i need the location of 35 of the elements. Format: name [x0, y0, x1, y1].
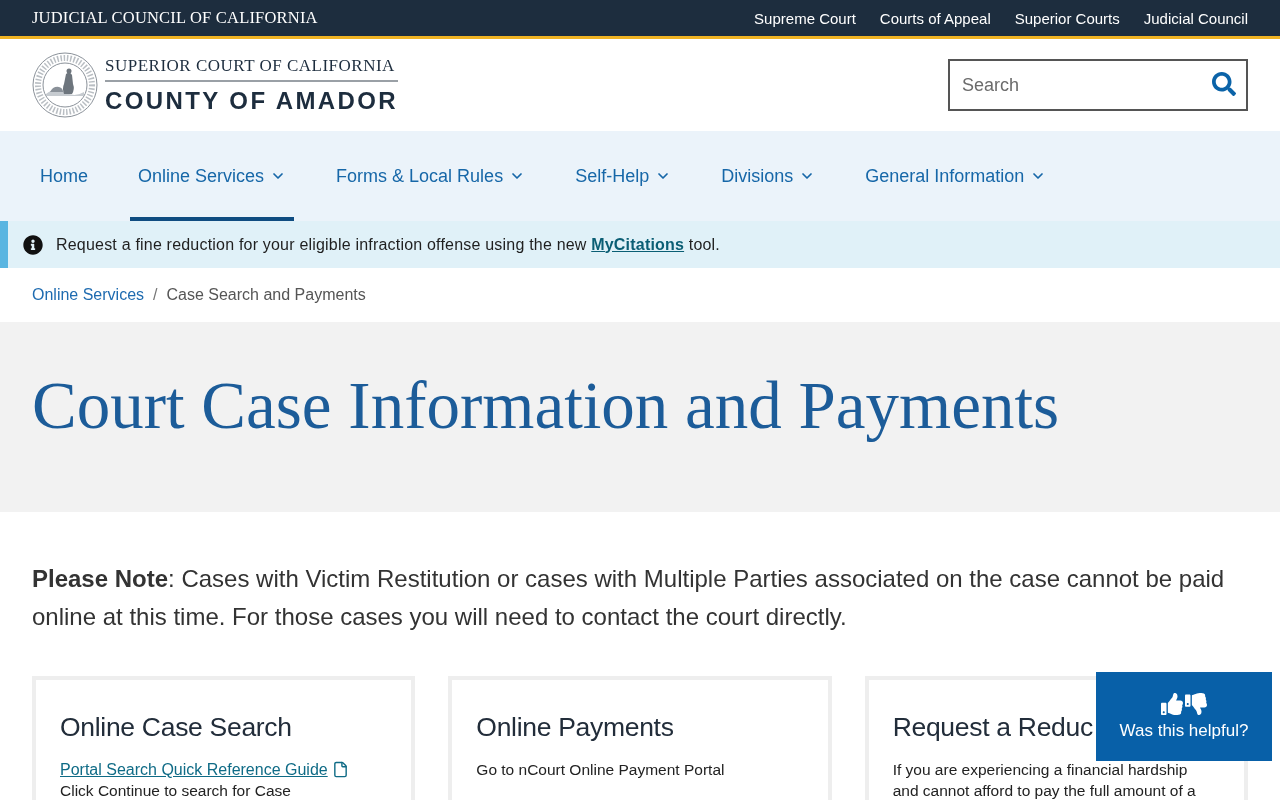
document-icon: [331, 761, 349, 778]
council-title: JUDICIAL COUNCIL OF CALIFORNIA: [32, 8, 318, 28]
top-link[interactable]: Judicial Council: [1143, 9, 1248, 27]
nav-item[interactable]: General Information: [857, 131, 1055, 221]
thumbs-up-icon: [1161, 692, 1183, 715]
guide-link[interactable]: Portal Search Quick Reference Guide: [60, 759, 349, 780]
card-text: Click Continue to search for Case: [60, 781, 291, 800]
breadcrumb-current: Case Search and Payments: [166, 286, 366, 304]
top-link[interactable]: Superior Courts: [1014, 9, 1120, 27]
note-paragraph: Please Note: Cases with Victim Restitution or cases with Multiple Parties associated on the case cannot be paid online at this time. For those cases you will need to contact the court directly.: [32, 564, 1226, 632]
nav-item[interactable]: Self-Help: [567, 131, 680, 221]
top-link[interactable]: Courts of Appeal: [879, 9, 991, 27]
logo-subtitle: SUPERIOR COURT OF CALIFORNIA: [105, 55, 396, 77]
nav-item[interactable]: Home: [32, 131, 96, 221]
breadcrumb-link[interactable]: Online Services: [32, 286, 145, 304]
info-icon: [23, 234, 43, 255]
alert-link[interactable]: MyCitations: [591, 235, 685, 253]
nav-item[interactable]: Divisions: [713, 131, 824, 221]
top-link[interactable]: Supreme Court: [754, 9, 856, 27]
nav-item[interactable]: Forms & Local Rules: [328, 131, 534, 221]
seal-icon: [32, 52, 98, 118]
card-title: Request a Reduc: [892, 711, 1093, 744]
logo-title: COUNTY OF AMADOR: [105, 87, 399, 115]
card-title: Online Case Search: [60, 711, 292, 744]
card-text: If you are experiencing a financial hardship and cannot afford to pay the full amount of a: [892, 760, 1197, 800]
feedback-button[interactable]: Was this helpful?: [1096, 672, 1272, 761]
page-title: Court Case Information and Payments: [32, 367, 1060, 444]
card-text: Go to nCourt Online Payment Portal: [476, 760, 725, 780]
thumbs-down-icon: [1185, 692, 1207, 715]
search-field[interactable]: Search: [948, 59, 1248, 111]
card-title: Online Payments: [476, 711, 674, 744]
alert-message: Request a fine reduction for your eligible infraction offense using the new MyCitations tool.: [56, 235, 720, 254]
breadcrumb-separator: /: [153, 286, 158, 304]
search-icon: [1212, 72, 1236, 96]
search-button[interactable]: [1212, 72, 1236, 96]
